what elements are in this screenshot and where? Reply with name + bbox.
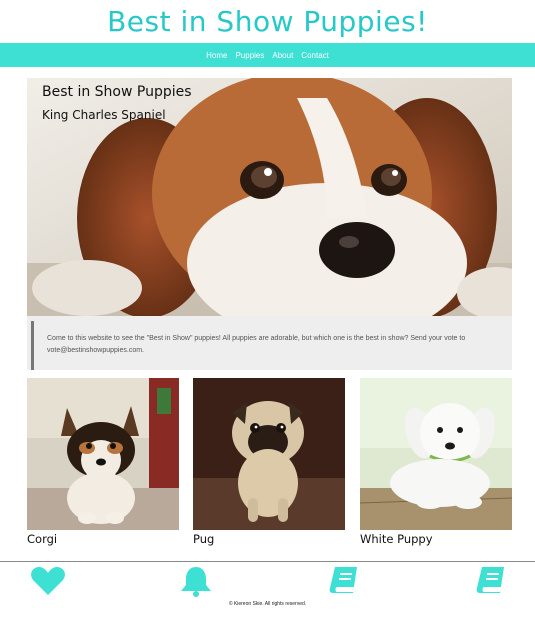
card-label-pug: Pug <box>193 532 215 546</box>
puppy-card-white-puppy[interactable]: White Puppy <box>360 378 512 546</box>
puppy-card-corgi[interactable]: Corgi <box>27 378 179 546</box>
site-title: Best in Show Puppies! <box>107 5 428 38</box>
white-puppy-image[interactable] <box>360 378 512 530</box>
card-label-corgi: Corgi <box>27 532 58 546</box>
heart-icon[interactable] <box>30 565 66 597</box>
pug-image[interactable] <box>193 378 345 530</box>
nav-puppies[interactable]: Puppies <box>235 51 264 60</box>
copyright-text: © Kiereon Skie. All rights reserved. <box>228 601 307 607</box>
notice-text: Come to this website to see the "Best in… <box>47 335 466 354</box>
nav-about[interactable]: About <box>272 51 293 60</box>
hero-banner: Best in Show Puppies King Charles Spanie… <box>27 78 512 316</box>
navbar: Home Puppies About Contact <box>0 43 535 67</box>
notice-box: Come to this website to see the "Best in… <box>27 316 512 370</box>
hero-subtitle: King Charles Spaniel <box>42 108 166 122</box>
nav-home[interactable]: Home <box>206 51 227 60</box>
book-icon[interactable] <box>327 565 363 597</box>
footer-divider <box>0 561 535 562</box>
notice-accent-bar <box>31 321 34 370</box>
bell-icon[interactable] <box>178 565 214 597</box>
hero-title: Best in Show Puppies <box>42 84 192 100</box>
corgi-image[interactable] <box>27 378 179 530</box>
puppy-card-pug[interactable]: Pug <box>193 378 345 546</box>
nav-contact[interactable]: Contact <box>301 51 329 60</box>
book-icon[interactable] <box>474 565 510 597</box>
card-label-white-puppy: White Puppy <box>360 532 433 546</box>
